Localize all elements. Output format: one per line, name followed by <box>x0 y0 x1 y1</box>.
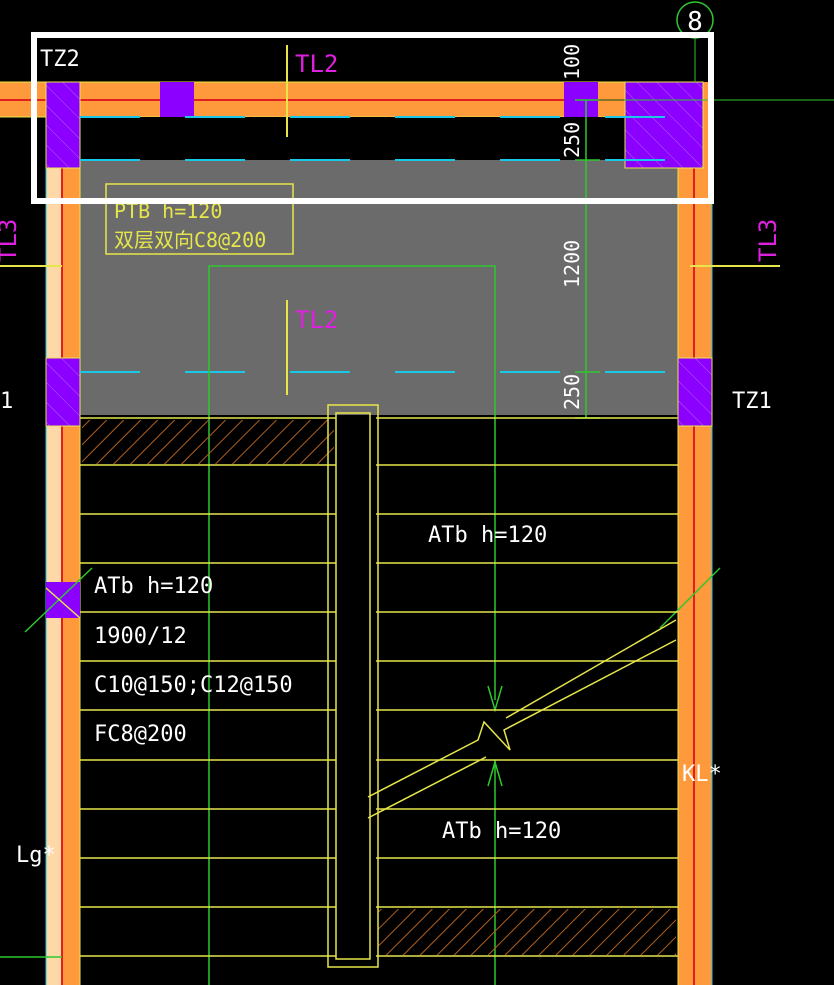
label-left-edge: 1 <box>0 389 13 414</box>
stair-well-stringer <box>327 404 379 968</box>
atb-left-line4: FC8@200 <box>94 722 187 747</box>
column-tz2-topleft <box>45 81 81 169</box>
column-left-mid <box>45 357 81 427</box>
label-tl3-right: TL3 <box>754 219 782 262</box>
atb-right-upper: ATb h=120 <box>428 523 547 548</box>
column-top-mid <box>160 82 194 117</box>
column-topright <box>624 81 704 169</box>
label-lg: Lg* <box>16 843 56 868</box>
stair-structural-drawing: 8 PTB h=120 双层双向C8@200 TZ2 TL2 TL2 TL3 T… <box>0 0 834 985</box>
label-tl2-mid: TL2 <box>295 306 338 334</box>
right-wall-beam <box>677 82 713 985</box>
hatch-bottom-right <box>378 909 676 955</box>
label-kl: KL* <box>682 762 722 787</box>
column-tz1-right <box>677 357 713 427</box>
beam-soffit <box>80 117 678 160</box>
label-tz2: TZ2 <box>40 47 80 72</box>
grid-axis-bubble: 8 <box>676 1 714 82</box>
dim-250-bottom: 250 <box>560 374 584 410</box>
break-line <box>367 619 677 819</box>
dim-100: 100 <box>560 44 584 80</box>
label-tz1: TZ1 <box>732 389 772 414</box>
atb-left-line2: 1900/12 <box>94 624 187 649</box>
ptb-label-line2: 双层双向C8@200 <box>114 228 266 252</box>
atb-left-line3: C10@150;C12@150 <box>94 673 293 698</box>
stair-treads-right <box>376 417 678 957</box>
label-tl2-top: TL2 <box>295 50 338 78</box>
atb-right-lower: ATb h=120 <box>442 819 561 844</box>
dim-1200: 1200 <box>560 240 584 288</box>
hatch-top-left <box>82 420 334 464</box>
label-tl3-left: TL3 <box>0 219 22 262</box>
dim-250-top: 250 <box>560 122 584 158</box>
atb-left-line1: ATb h=120 <box>94 574 213 599</box>
